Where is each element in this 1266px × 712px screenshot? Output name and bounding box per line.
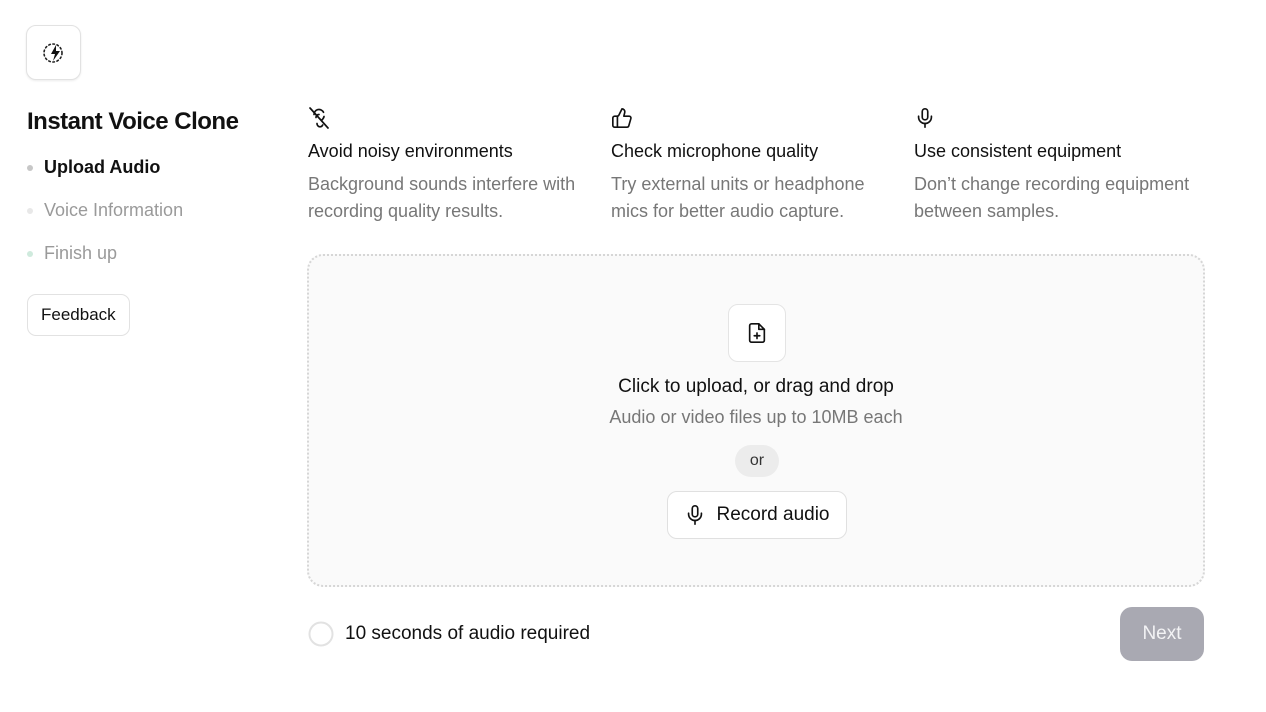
mic-icon [917,108,933,128]
record-audio-button[interactable]: Record audio [667,491,847,539]
upload-subtitle: Audio or video files up to 10MB each [609,407,903,427]
upload-title: Click to upload, or drag and drop [618,376,894,397]
mic-icon [688,505,703,525]
tip-description: Background sounds interfere with recordi… [308,174,576,221]
page-title: Instant Voice Clone [27,108,239,135]
record-audio-label: Record audio [716,504,830,525]
ear-off-icon [309,107,329,129]
step-label: Finish up [44,243,118,263]
tip-equipment: Use consistent equipment Don’t change re… [914,105,1217,225]
thumbs-up-icon [612,108,632,128]
file-upload-icon-box [728,304,786,362]
feedback-button[interactable]: Feedback [27,294,130,336]
tip-title: Use consistent equipment [914,141,1122,161]
or-divider: or [735,445,779,477]
step-label: Voice Information [44,200,184,220]
step-finish-up[interactable]: Finish up [27,242,267,285]
upload-dropzone[interactable]: Click to upload, or drag and drop Audio … [307,254,1205,587]
step-list: Upload Audio Voice Information Finish up [27,156,267,285]
tips-row: Avoid noisy environments Background soun… [308,105,1218,225]
audio-progress-ring [308,621,334,647]
tip-noisy: Avoid noisy environments Background soun… [308,105,611,225]
tip-description: Don’t change recording equipment between… [914,174,1190,221]
logo-button[interactable] [26,25,81,80]
audio-requirement-text: 10 seconds of audio required [345,623,591,644]
step-dot [27,165,33,171]
sidebar: Instant Voice Clone Upload Audio Voice I… [27,106,267,336]
tip-title: Check microphone quality [611,141,819,161]
step-voice-information[interactable]: Voice Information [27,199,267,242]
loading-bolt-icon [42,42,63,63]
step-label: Upload Audio [44,157,161,177]
next-button[interactable]: Next [1120,607,1204,661]
tip-microphone: Check microphone quality Try external un… [611,105,914,225]
step-dot [27,251,33,257]
step-dot [27,208,33,214]
tip-description: Try external units or headphone mics for… [611,174,865,221]
file-plus-icon [748,323,766,343]
step-upload-audio[interactable]: Upload Audio [27,156,267,199]
tip-title: Avoid noisy environments [308,141,513,161]
